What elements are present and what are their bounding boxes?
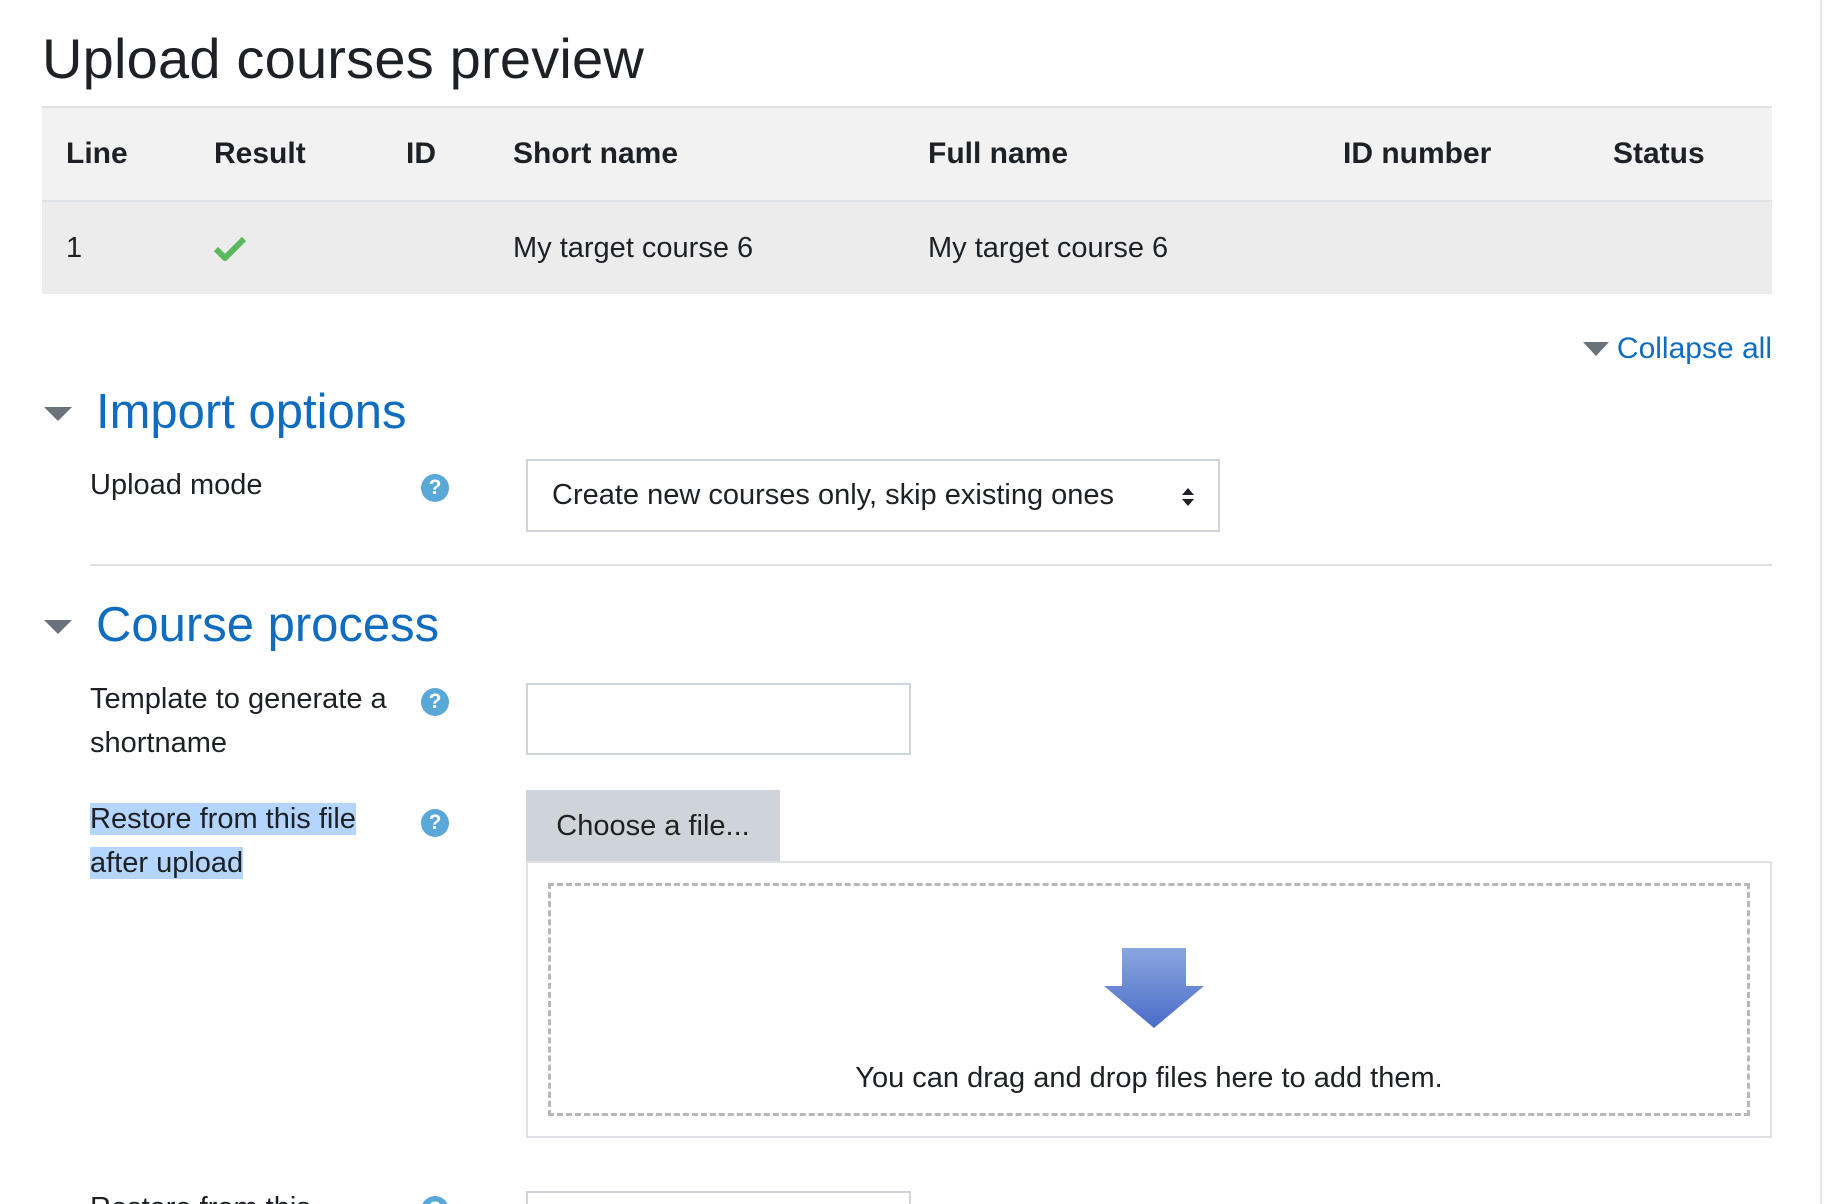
restore-file-label-line1: Restore from this file	[90, 803, 356, 835]
cell-id	[382, 201, 489, 294]
header-short-name: Short name	[513, 137, 679, 170]
help-icon[interactable]: ?	[421, 809, 449, 837]
header-full-name: Full name	[928, 137, 1069, 170]
chevron-down-icon	[1582, 342, 1609, 356]
upload-mode-selected: Create new courses only, skip existing o…	[552, 479, 1115, 511]
header-result: Result	[214, 137, 306, 170]
template-label-line2: shortname	[90, 727, 228, 759]
help-icon[interactable]: ?	[421, 474, 449, 502]
scrollbar-edge	[1820, 0, 1830, 1204]
download-arrow-icon	[1104, 948, 1204, 1028]
section-course-process-toggle[interactable]: Course process	[44, 597, 439, 653]
section-import-options-toggle[interactable]: Import options	[44, 384, 407, 440]
help-icon[interactable]: ?	[421, 1196, 449, 1204]
template-label-line1: Template to generate a	[90, 683, 387, 715]
section-title-course-process: Course process	[96, 598, 440, 652]
chevron-down-icon	[44, 620, 72, 634]
upload-mode-label: Upload mode	[90, 469, 263, 501]
template-label: Template to generate a shortname	[90, 677, 387, 765]
help-icon[interactable]: ?	[421, 688, 449, 716]
restore-course-input[interactable]	[526, 1191, 911, 1204]
cell-line: 1	[66, 231, 83, 264]
page-title: Upload courses preview	[42, 27, 645, 90]
header-id-number: ID number	[1343, 137, 1492, 170]
collapse-all-link[interactable]: Collapse all	[1582, 332, 1772, 366]
restore-file-label-line2: after upload	[90, 847, 244, 879]
restore-file-label: Restore from this file after upload	[90, 797, 356, 885]
select-arrows-icon	[1182, 488, 1194, 506]
header-id: ID	[406, 137, 436, 170]
section-title-import-options: Import options	[96, 385, 407, 439]
choose-file-button[interactable]: Choose a file...	[526, 790, 780, 862]
drop-zone[interactable]: You can drag and drop files here to add …	[548, 883, 1750, 1116]
preview-table: Line Result ID Short name Full name ID n…	[42, 106, 1772, 294]
cell-full-name: My target course 6	[928, 231, 1169, 264]
drop-hint-text: You can drag and drop files here to add …	[855, 1062, 1443, 1094]
header-line: Line	[66, 137, 128, 170]
cell-id-number	[1319, 201, 1589, 294]
restore-course-label: Restore from this	[90, 1186, 311, 1204]
check-icon	[214, 236, 246, 261]
header-status: Status	[1613, 137, 1705, 170]
collapse-all-label: Collapse all	[1616, 332, 1772, 365]
template-input[interactable]	[526, 683, 911, 755]
cell-short-name: My target course 6	[513, 231, 754, 264]
section-divider	[90, 564, 1772, 566]
upload-mode-select[interactable]: Create new courses only, skip existing o…	[526, 459, 1220, 532]
chevron-down-icon	[44, 407, 72, 421]
table-row: 1 My target course 6 My target course 6	[42, 201, 1772, 294]
cell-status	[1589, 201, 1772, 294]
table-header-row: Line Result ID Short name Full name ID n…	[42, 107, 1772, 201]
file-picker-area: You can drag and drop files here to add …	[526, 861, 1772, 1138]
cell-result	[190, 201, 382, 294]
